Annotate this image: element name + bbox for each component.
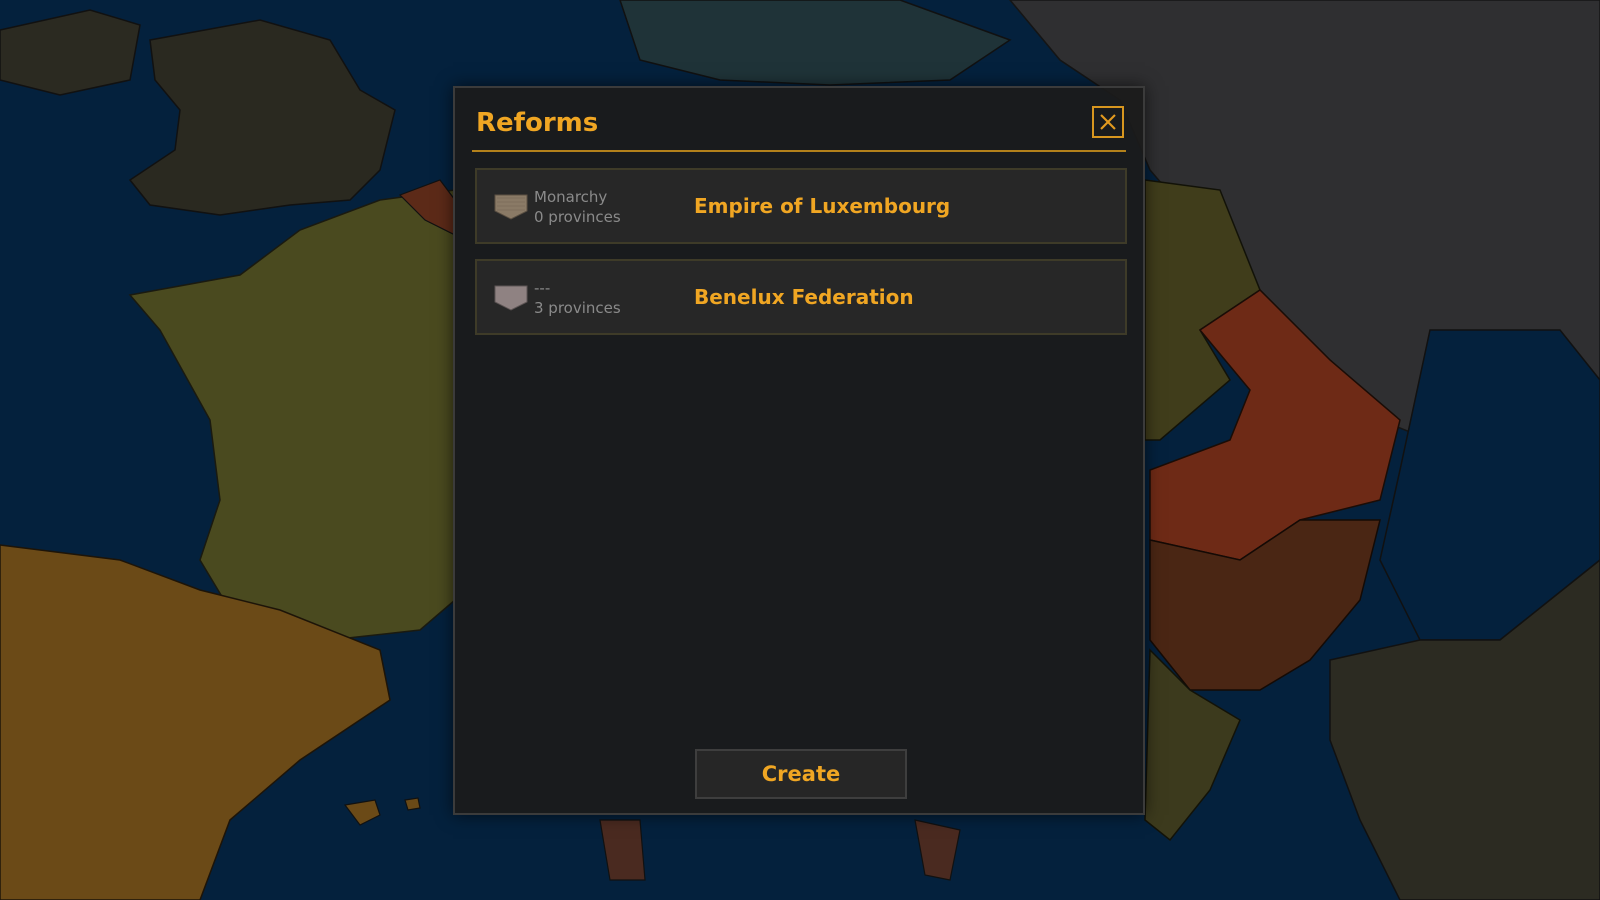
- province-count: 3 provinces: [534, 299, 621, 317]
- dialog-header: Reforms: [472, 106, 1126, 152]
- pennant-flag-icon: [494, 194, 528, 220]
- region-italy-south: [914, 819, 961, 881]
- close-button[interactable]: [1092, 106, 1124, 138]
- region-italy: [599, 819, 646, 881]
- close-icon: [1100, 114, 1116, 130]
- government-type: ---: [534, 279, 551, 297]
- government-type: Monarchy: [534, 188, 608, 206]
- region-island: [343, 799, 381, 826]
- pennant-flag-icon: [494, 285, 528, 311]
- reform-list: Monarchy 0 provinces Empire of Luxembour…: [475, 168, 1127, 350]
- region-france: [128, 189, 456, 641]
- country-name: Empire of Luxembourg: [694, 194, 951, 218]
- reforms-dialog: Reforms Monarchy 0 provinces Empire of L…: [453, 86, 1145, 815]
- region-ireland: [0, 9, 141, 96]
- region-north: [619, 0, 1012, 86]
- province-count: 0 provinces: [534, 208, 621, 226]
- create-button[interactable]: Create: [695, 749, 907, 799]
- country-name: Benelux Federation: [694, 285, 914, 309]
- reform-option-benelux-federation[interactable]: --- 3 provinces Benelux Federation: [475, 259, 1127, 335]
- region-britain: [128, 19, 396, 216]
- dialog-title: Reforms: [476, 108, 599, 138]
- reform-option-empire-of-luxembourg[interactable]: Monarchy 0 provinces Empire of Luxembour…: [475, 168, 1127, 244]
- region-island-2: [404, 797, 421, 811]
